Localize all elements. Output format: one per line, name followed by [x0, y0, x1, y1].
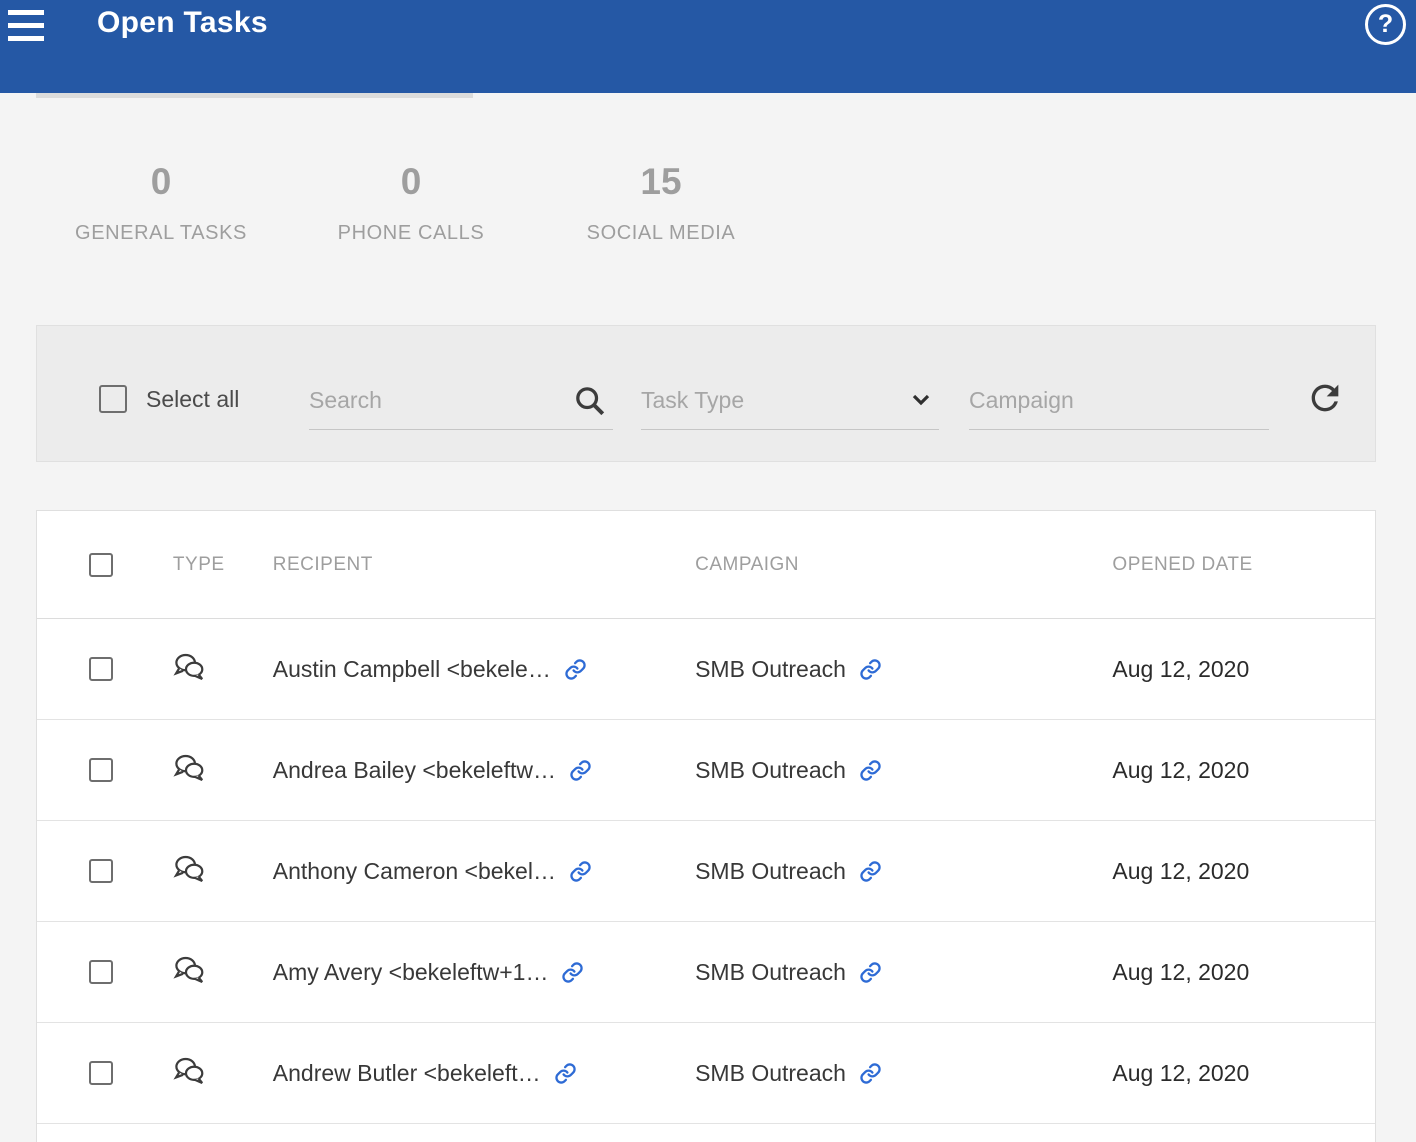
stat-general-tasks: 0 GENERAL TASKS [36, 160, 286, 245]
stat-label: SOCIAL MEDIA [536, 222, 786, 245]
header-select-checkbox[interactable] [89, 553, 113, 577]
task-stats: 0 GENERAL TASKS 0 PHONE CALLS 15 SOCIAL … [36, 160, 786, 245]
row-checkbox[interactable] [89, 1061, 113, 1085]
table-row: Andrew Butler <bekeleft… SMB Outreach Au… [37, 1023, 1375, 1124]
campaign-name: SMB Outreach [695, 656, 846, 683]
select-all: Select all [99, 385, 239, 413]
column-header-campaign: CAMPAIGN [695, 554, 1112, 576]
stat-value: 15 [536, 160, 786, 204]
campaign-name: SMB Outreach [695, 858, 846, 885]
column-header-recipient: RECIPENT [273, 554, 695, 576]
recipient-link-icon[interactable] [561, 961, 584, 984]
campaign-name: SMB Outreach [695, 1060, 846, 1087]
opened-date: Aug 12, 2020 [1112, 959, 1249, 985]
table-header-row: TYPE RECIPENT CAMPAIGN OPENED DATE [37, 511, 1375, 619]
opened-date: Aug 12, 2020 [1112, 757, 1249, 783]
header-underlay-strip [36, 93, 473, 98]
filter-bar: Select all Search Task Type Campaign [36, 325, 1376, 462]
campaign-name: SMB Outreach [695, 757, 846, 784]
select-all-checkbox[interactable] [99, 385, 127, 413]
column-header-opened-date: OPENED DATE [1112, 554, 1375, 576]
table-row: Andrea Bailey <bekeleftw… SMB Outreach A… [37, 720, 1375, 821]
recipient-link-icon[interactable] [569, 860, 592, 883]
task-type-placeholder: Task Type [641, 378, 939, 422]
social-media-task-icon [173, 652, 205, 681]
row-checkbox[interactable] [89, 960, 113, 984]
refresh-icon[interactable] [1305, 378, 1345, 418]
menu-icon[interactable] [8, 10, 44, 41]
search-placeholder: Search [309, 378, 613, 422]
opened-date: Aug 12, 2020 [1112, 656, 1249, 682]
recipient-name: Anthony Cameron <bekel… [273, 858, 556, 885]
social-media-task-icon [173, 955, 205, 984]
campaign-link-icon[interactable] [859, 1062, 882, 1085]
task-type-select[interactable]: Task Type [641, 378, 939, 430]
campaign-link-icon[interactable] [859, 860, 882, 883]
recipient-link-icon[interactable] [554, 1062, 577, 1085]
help-icon[interactable]: ? [1365, 4, 1406, 45]
campaign-input[interactable]: Campaign [969, 378, 1269, 430]
row-checkbox[interactable] [89, 859, 113, 883]
social-media-task-icon [173, 753, 205, 782]
stat-social-media: 15 SOCIAL MEDIA [536, 160, 786, 245]
stat-value: 0 [36, 160, 286, 204]
campaign-name: SMB Outreach [695, 959, 846, 986]
stat-label: PHONE CALLS [286, 222, 536, 245]
stat-label: GENERAL TASKS [36, 222, 286, 245]
help-glyph: ? [1378, 10, 1393, 39]
select-all-label: Select all [146, 386, 239, 413]
table-row: Austin Campbell <bekele… SMB Outreach Au… [37, 619, 1375, 720]
open-tasks-table: TYPE RECIPENT CAMPAIGN OPENED DATE Austi… [36, 510, 1376, 1142]
row-checkbox[interactable] [89, 758, 113, 782]
table-row: Anthony Cameron <bekel… SMB Outreach Aug… [37, 821, 1375, 922]
campaign-link-icon[interactable] [859, 658, 882, 681]
opened-date: Aug 12, 2020 [1112, 1060, 1249, 1086]
stat-value: 0 [286, 160, 536, 204]
social-media-task-icon [173, 1056, 205, 1085]
recipient-name: Andrew Butler <bekeleft… [273, 1060, 541, 1087]
recipient-name: Andrea Bailey <bekeleftw… [273, 757, 556, 784]
row-checkbox[interactable] [89, 657, 113, 681]
page-title: Open Tasks [97, 6, 268, 40]
stat-phone-calls: 0 PHONE CALLS [286, 160, 536, 245]
app-header: Open Tasks ? [0, 0, 1416, 93]
campaign-link-icon[interactable] [859, 961, 882, 984]
campaign-link-icon[interactable] [859, 759, 882, 782]
recipient-link-icon[interactable] [569, 759, 592, 782]
recipient-link-icon[interactable] [564, 658, 587, 681]
search-input[interactable]: Search [309, 378, 613, 430]
social-media-task-icon [173, 854, 205, 883]
recipient-name: Austin Campbell <bekele… [273, 656, 551, 683]
opened-date: Aug 12, 2020 [1112, 858, 1249, 884]
recipient-name: Amy Avery <bekeleftw+1… [273, 959, 549, 986]
table-row: Amy Avery <bekeleftw+1… SMB Outreach Aug… [37, 922, 1375, 1023]
table-body: Austin Campbell <bekele… SMB Outreach Au… [37, 619, 1375, 1124]
column-header-type: TYPE [137, 554, 273, 576]
search-icon [573, 384, 607, 423]
chevron-down-icon [909, 390, 933, 415]
campaign-placeholder: Campaign [969, 378, 1269, 422]
